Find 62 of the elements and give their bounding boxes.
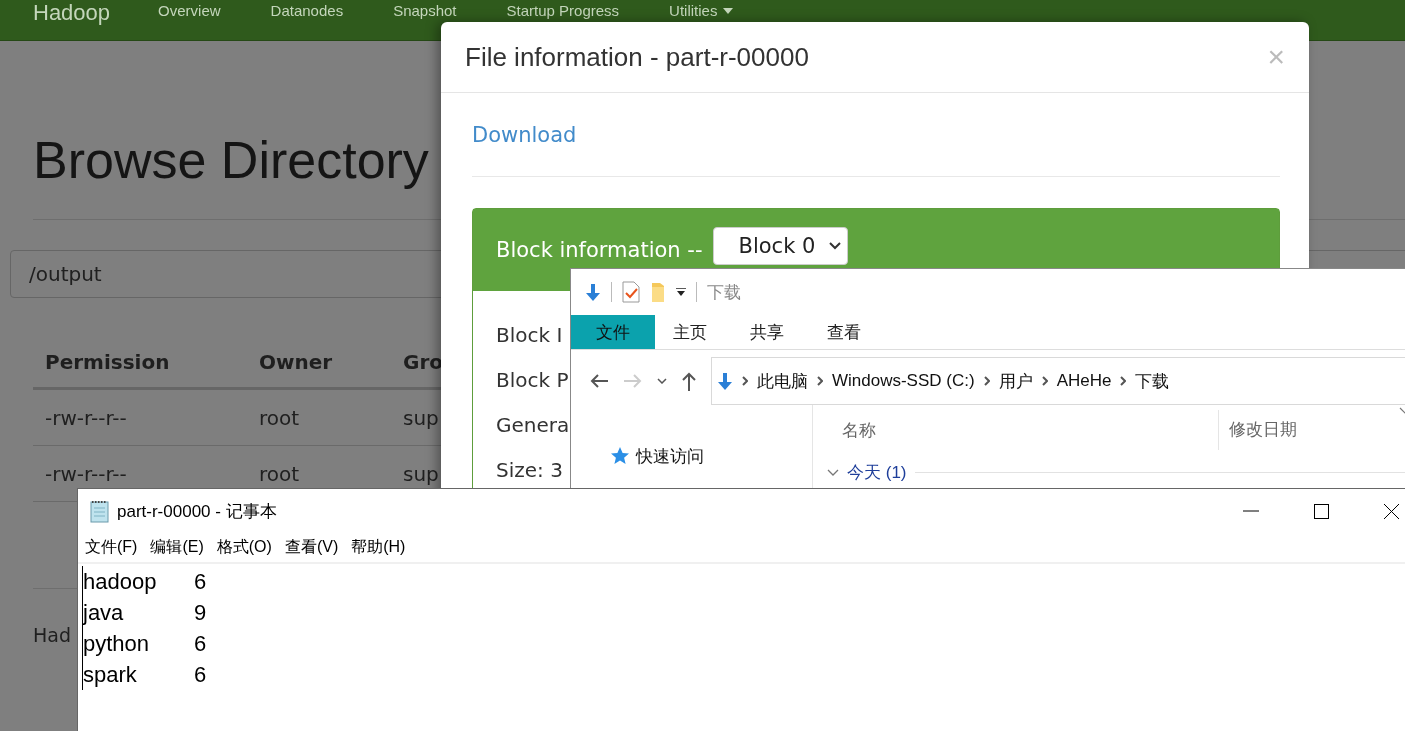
maximize-icon <box>1313 503 1329 519</box>
table-cell-text: -rw-r--r-- <box>44 461 128 486</box>
table-cell-text: root <box>258 461 301 486</box>
star-icon <box>610 446 630 466</box>
ribbon-tab[interactable]: 文件 <box>571 315 655 349</box>
breadcrumb[interactable]: 下载 <box>1135 369 1170 393</box>
up-arrow-icon <box>681 371 697 391</box>
chevron-right-icon <box>983 376 990 386</box>
block-field: Block I <box>496 313 563 358</box>
table-cell-text: root <box>258 405 301 430</box>
group-header[interactable]: 今天 (1) <box>847 460 907 484</box>
chevron-right-icon <box>742 376 748 386</box>
breadcrumb[interactable]: Windows-SSD (C:) <box>832 371 975 391</box>
download-link[interactable]: Download <box>472 123 577 147</box>
nav-link[interactable]: Startup Progress <box>506 2 620 20</box>
download-arrow-icon <box>585 282 601 302</box>
menu-item[interactable]: 文件(F) <box>85 537 138 558</box>
menu-item[interactable]: 查看(V) <box>284 537 339 558</box>
folder-icon <box>650 281 666 303</box>
chevron-right-icon <box>1041 376 1048 386</box>
block-select[interactable]: Block 0 <box>712 227 849 265</box>
nav-link[interactable]: Snapshot <box>393 2 457 20</box>
block-field: Block P <box>496 358 569 403</box>
back-arrow-icon <box>589 373 609 389</box>
minimize-icon <box>1243 510 1259 512</box>
table-cell-text: -rw-r--r-- <box>44 405 128 430</box>
notepad-icon <box>89 499 111 523</box>
column-header: Owner <box>258 350 334 374</box>
dropdown-caret-icon <box>676 288 686 296</box>
column-header[interactable]: 修改日期 <box>1218 410 1368 450</box>
address-bar[interactable]: 此电脑 Windows-SSD (C:) 用户 AHeHe 下载 <box>711 357 1405 405</box>
column-header: Permission <box>44 350 171 374</box>
breadcrumb[interactable]: 此电脑 <box>757 369 808 393</box>
window-title: 下载 <box>707 281 741 304</box>
nav-pane-item[interactable]: 快速访问 <box>610 439 812 473</box>
breadcrumb[interactable]: 用户 <box>998 369 1033 393</box>
table-cell-text: sup <box>402 461 439 486</box>
modal-title: File information - part-r-00000 <box>465 41 809 73</box>
column-header: Gro <box>402 350 444 374</box>
forward-arrow-icon <box>623 373 643 389</box>
footer-text: Had <box>33 624 71 646</box>
panel-title: Block information -- <box>496 238 703 262</box>
table-cell-text: sup <box>402 405 439 430</box>
chevron-right-icon <box>817 376 823 386</box>
close-icon <box>1383 503 1399 519</box>
menu-item[interactable]: 编辑(E) <box>150 537 204 558</box>
column-header[interactable]: 名称 <box>813 418 1218 442</box>
text-content[interactable]: hadoop 6 java 9 python 6 spark 6 <box>82 566 211 690</box>
download-arrow-icon <box>717 371 733 391</box>
chevron-right-icon <box>1120 376 1127 386</box>
page-title: Browse Directory <box>33 130 429 191</box>
nav-link[interactable]: Datanodes <box>270 2 344 20</box>
block-field: Genera <box>496 403 570 448</box>
window-title: part-r-00000 - 记事本 <box>117 500 277 523</box>
checklist-icon <box>622 281 640 303</box>
brand-link[interactable]: Hadoop <box>33 0 111 26</box>
nav-link[interactable]: Overview <box>158 2 221 20</box>
menu-item[interactable]: 格式(O) <box>216 537 272 558</box>
nav-link[interactable]: Utilities <box>669 2 734 20</box>
breadcrumb[interactable]: AHeHe <box>1056 371 1112 391</box>
block-field: Size: 3 <box>496 448 563 493</box>
menu-item[interactable]: 帮助(H) <box>351 537 406 558</box>
